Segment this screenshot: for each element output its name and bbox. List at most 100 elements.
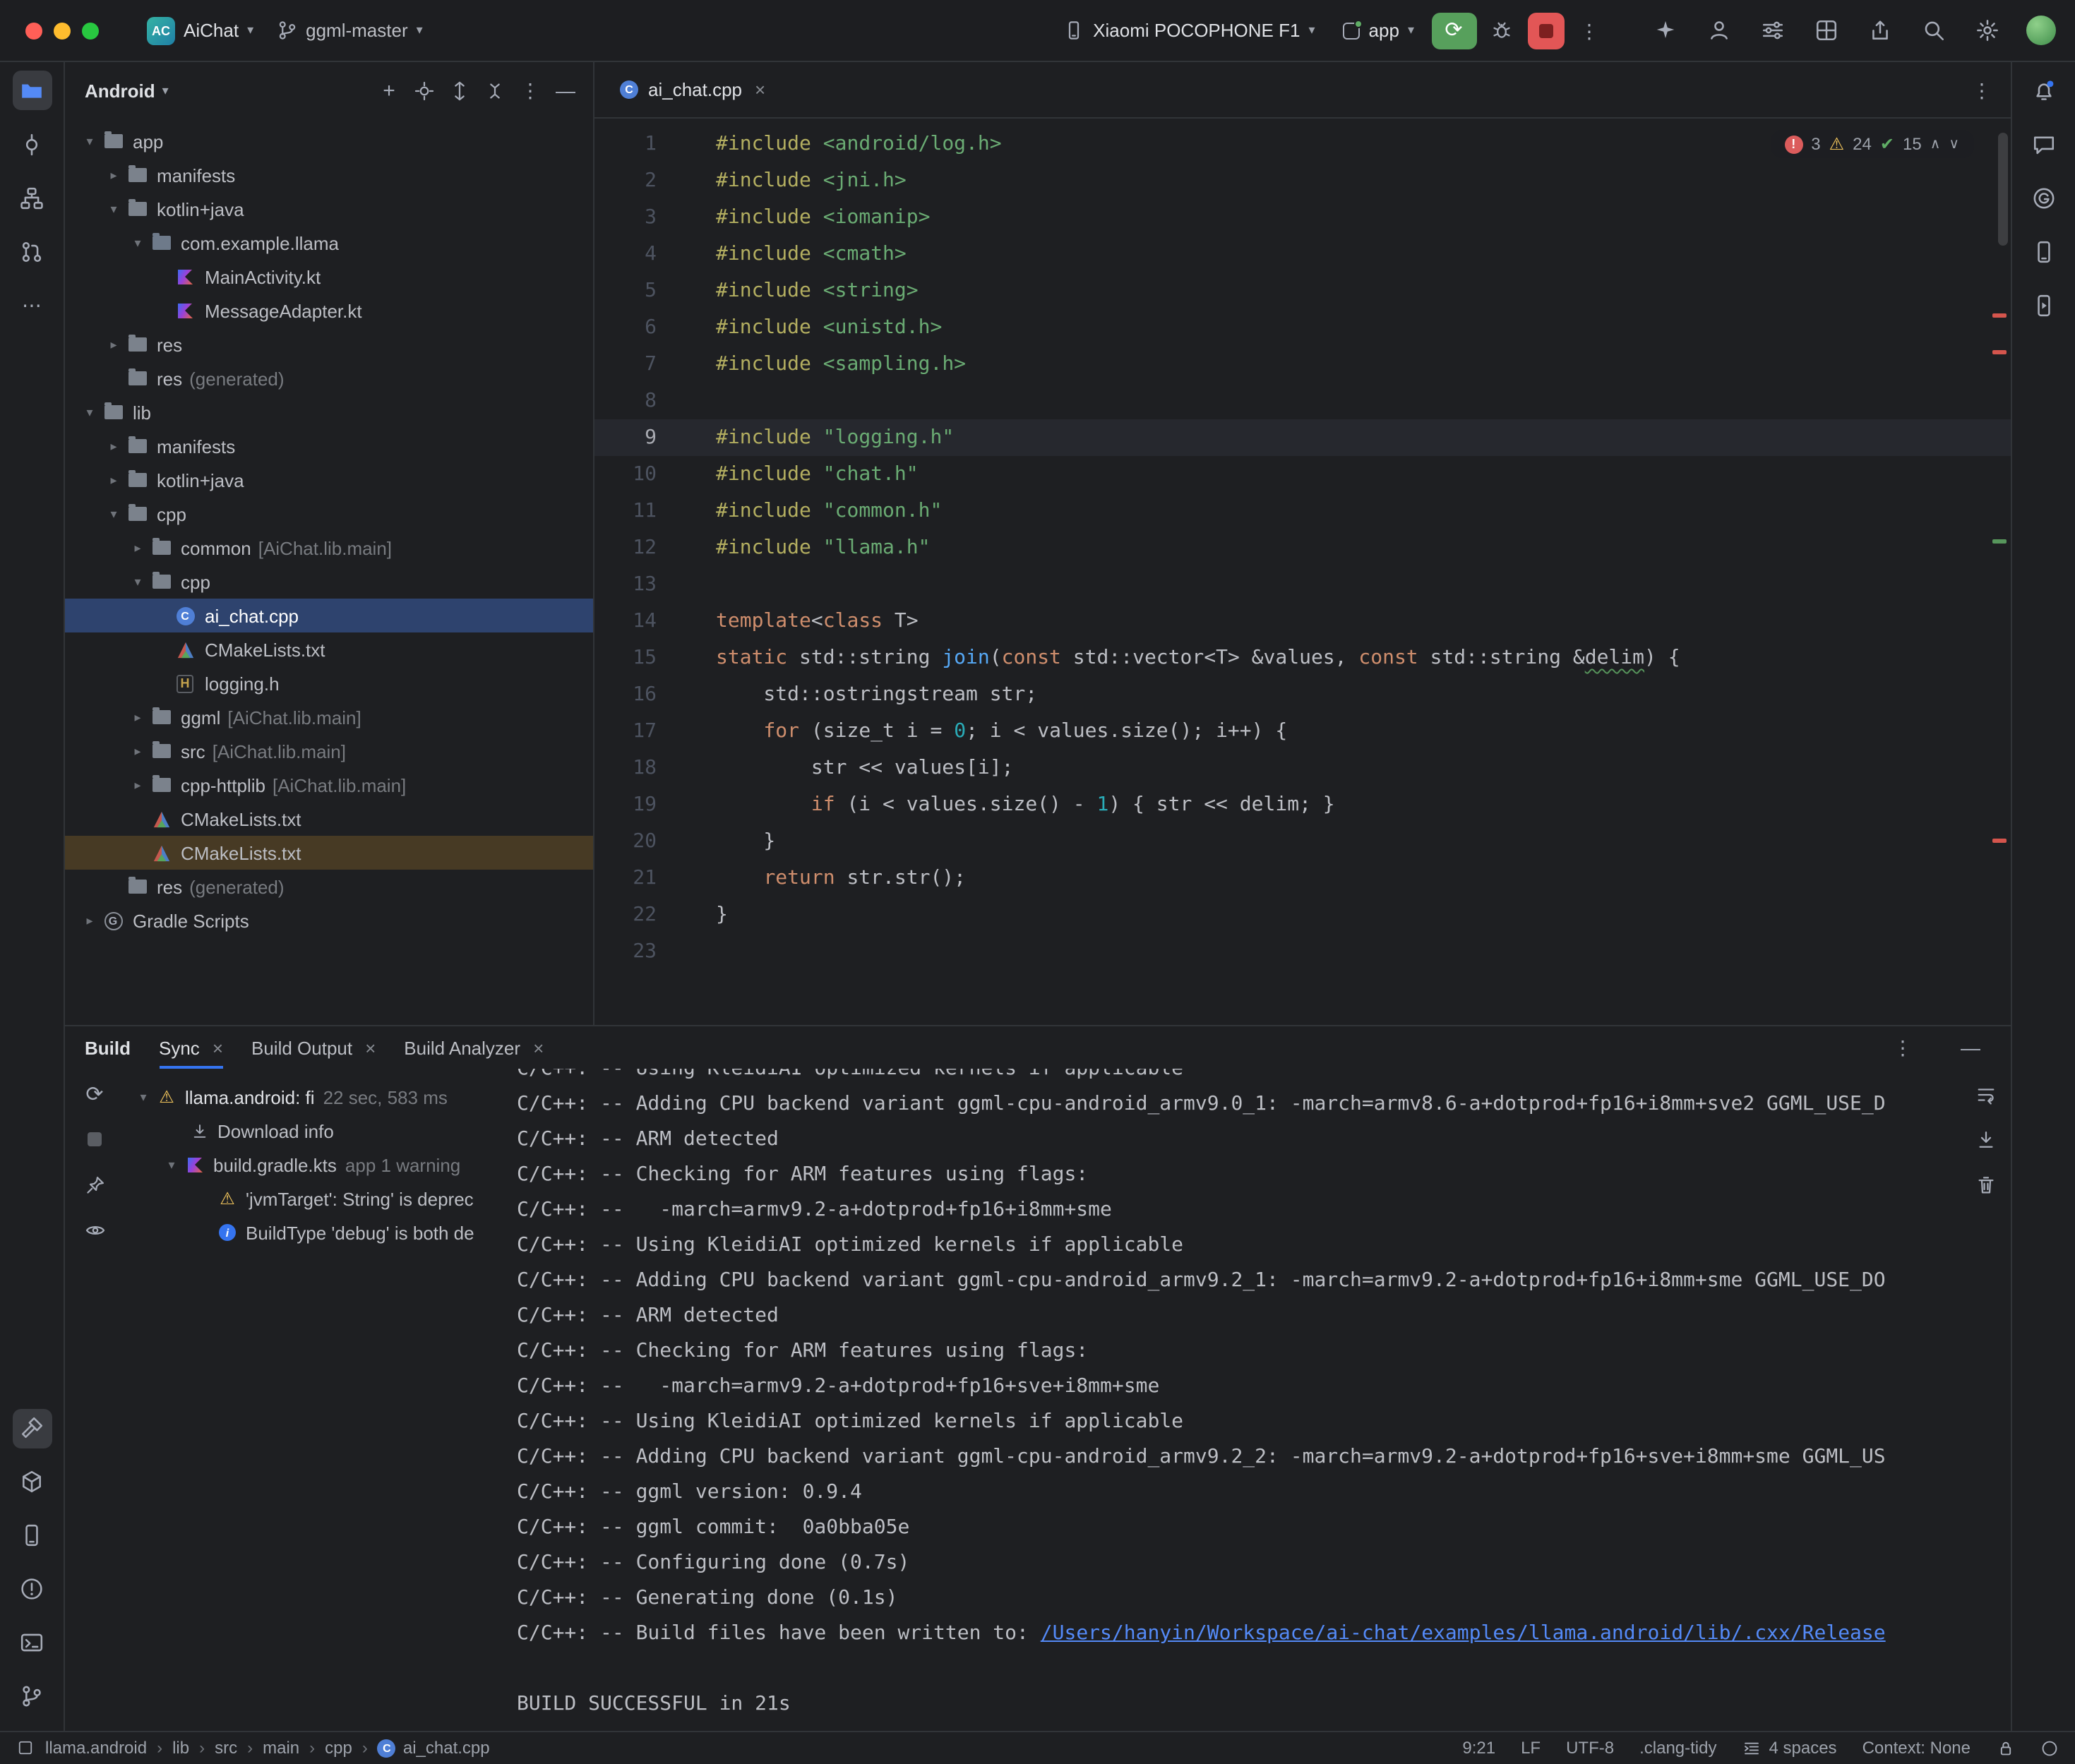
chevron-expanded-icon[interactable]: ▾ bbox=[79, 133, 100, 149]
tool-button-structure[interactable] bbox=[12, 178, 52, 217]
debug-button[interactable] bbox=[1482, 11, 1521, 50]
console-link[interactable]: /Users/hanyin/Workspace/ai-chat/examples… bbox=[1041, 1622, 1886, 1645]
project-tree-item[interactable]: res (generated) bbox=[65, 870, 593, 904]
project-tree-item[interactable]: ▸src [AiChat.lib.main] bbox=[65, 734, 593, 768]
chevron-expanded-icon[interactable]: ▾ bbox=[127, 574, 148, 589]
zoom-window-button[interactable] bbox=[82, 22, 99, 39]
chevron-expanded-icon[interactable]: ▾ bbox=[133, 1089, 154, 1105]
status-indicator-icon[interactable] bbox=[2040, 1739, 2058, 1757]
code-line[interactable]: 4#include <cmath> bbox=[594, 236, 2010, 272]
breadcrumb-item[interactable]: main bbox=[263, 1738, 299, 1758]
chevron-expanded-icon[interactable]: ▾ bbox=[161, 1157, 182, 1172]
tool-button-pin[interactable] bbox=[75, 1165, 114, 1204]
build-tree-item[interactable]: ▾build.gradle.ktsapp 1 warning bbox=[124, 1148, 503, 1182]
tool-button-wrap[interactable] bbox=[1966, 1074, 2006, 1114]
chevron-expanded-icon[interactable]: ▾ bbox=[103, 506, 124, 522]
tool-button-resync[interactable]: ⟳ bbox=[75, 1074, 114, 1114]
next-issue-button[interactable]: ∨ bbox=[1949, 136, 1959, 152]
error-stripe-mark[interactable] bbox=[1992, 350, 2006, 354]
code-line[interactable]: 3#include <iomanip> bbox=[594, 199, 2010, 236]
tool-button-version-control[interactable] bbox=[12, 1676, 52, 1716]
tool-button-settings[interactable] bbox=[1968, 11, 2007, 50]
project-tree-item[interactable]: ▸cpp-httplib [AiChat.lib.main] bbox=[65, 768, 593, 802]
more-run-options-button[interactable]: ⋮ bbox=[1569, 11, 1609, 50]
project-tree-item[interactable]: ▸ggml [AiChat.lib.main] bbox=[65, 700, 593, 734]
line-separator-indicator[interactable]: LF bbox=[1521, 1738, 1541, 1758]
run-button[interactable]: ⟳ bbox=[1431, 12, 1476, 49]
close-window-button[interactable] bbox=[25, 22, 42, 39]
chevron-collapsed-icon[interactable]: ▸ bbox=[127, 540, 148, 556]
project-tree-item[interactable]: ▸manifests bbox=[65, 429, 593, 463]
project-tree-item[interactable]: CMakeLists.txt bbox=[65, 632, 593, 666]
tool-button-people[interactable] bbox=[1699, 11, 1739, 50]
chevron-collapsed-icon[interactable]: ▸ bbox=[103, 167, 124, 183]
project-tree-item[interactable]: ▾cpp bbox=[65, 497, 593, 531]
code-line[interactable]: 19 if (i < values.size() - 1) { str << d… bbox=[594, 786, 2010, 823]
project-tree-item[interactable]: ▸common [AiChat.lib.main] bbox=[65, 531, 593, 565]
editor-scrollbar[interactable] bbox=[1997, 133, 2007, 246]
tool-button-more-v[interactable]: ⋮ bbox=[514, 74, 546, 107]
build-tree-item[interactable]: Download info bbox=[124, 1114, 503, 1148]
build-window-title[interactable]: Build bbox=[85, 1037, 131, 1058]
code-line[interactable]: 22} bbox=[594, 896, 2010, 933]
code-line[interactable]: 21 return str.str(); bbox=[594, 860, 2010, 896]
tool-button-device-explorer[interactable] bbox=[12, 1516, 52, 1555]
branch-selector[interactable]: ggml-master ▾ bbox=[265, 9, 434, 52]
project-tree-item[interactable]: CMakeLists.txt bbox=[65, 802, 593, 836]
tool-button-device-explorer[interactable] bbox=[2023, 232, 2063, 271]
error-stripe-mark[interactable] bbox=[1992, 839, 2006, 843]
breadcrumb-item[interactable]: lib bbox=[172, 1738, 189, 1758]
tool-button-add[interactable]: + bbox=[373, 74, 405, 107]
project-tree-item[interactable]: ▸res bbox=[65, 328, 593, 361]
code-line[interactable]: 9#include "logging.h" bbox=[594, 419, 2010, 456]
tool-button-running-devices[interactable] bbox=[2023, 285, 2063, 325]
editor-options-button[interactable]: ⋮ bbox=[1962, 70, 2002, 109]
tool-button-project[interactable] bbox=[12, 71, 52, 110]
inspections-widget[interactable]: ! 3 ⚠ 24 ✔ 15 ∧ ∨ bbox=[1770, 130, 1973, 158]
tool-button-problems[interactable] bbox=[12, 1569, 52, 1609]
tool-button-hide[interactable]: — bbox=[549, 74, 582, 107]
tool-button-search[interactable] bbox=[1914, 11, 1954, 50]
chevron-collapsed-icon[interactable]: ▸ bbox=[103, 472, 124, 488]
tool-button-grid[interactable] bbox=[1807, 11, 1846, 50]
tool-button-build[interactable] bbox=[12, 1408, 52, 1448]
tool-button-profile[interactable] bbox=[2021, 11, 2061, 50]
project-tree-item[interactable]: ▾cpp bbox=[65, 565, 593, 599]
breadcrumb-item[interactable]: llama.android bbox=[45, 1738, 147, 1758]
close-tab-icon[interactable]: × bbox=[755, 79, 765, 100]
tool-button-collapse-all[interactable] bbox=[479, 74, 511, 107]
tool-button-pull-requests[interactable] bbox=[12, 232, 52, 271]
tool-button-locate[interactable] bbox=[408, 74, 441, 107]
tool-button-gradle-tool[interactable] bbox=[2023, 178, 2063, 217]
lock-icon[interactable] bbox=[1996, 1739, 2014, 1757]
code-line[interactable]: 8 bbox=[594, 383, 2010, 419]
tool-button-packages[interactable] bbox=[12, 1462, 52, 1501]
chevron-expanded-icon[interactable]: ▾ bbox=[127, 235, 148, 251]
code-line[interactable]: 2#include <jni.h> bbox=[594, 162, 2010, 199]
build-tree-item[interactable]: ▾⚠llama.android: fi22 sec, 583 ms bbox=[124, 1080, 503, 1114]
code-line[interactable]: 14template<class T> bbox=[594, 603, 2010, 640]
chevron-collapsed-icon[interactable]: ▸ bbox=[79, 913, 100, 928]
close-tab-icon[interactable]: × bbox=[365, 1037, 376, 1058]
tool-button-gemini[interactable] bbox=[1646, 11, 1685, 50]
tool-button-notifications[interactable] bbox=[2023, 71, 2063, 110]
code-line[interactable]: 16 std::ostringstream str; bbox=[594, 676, 2010, 713]
project-tree-item[interactable]: Hlogging.h bbox=[65, 666, 593, 700]
close-tab-icon[interactable]: × bbox=[533, 1037, 544, 1058]
clang-tidy-indicator[interactable]: .clang-tidy bbox=[1639, 1738, 1716, 1758]
code-line[interactable]: 10#include "chat.h" bbox=[594, 456, 2010, 493]
minimize-window-button[interactable] bbox=[54, 22, 71, 39]
context-indicator[interactable]: Context: None bbox=[1862, 1738, 1971, 1758]
hide-build-panel-button[interactable]: — bbox=[1951, 1028, 1990, 1067]
previous-issue-button[interactable]: ∧ bbox=[1930, 136, 1941, 152]
run-config-selector[interactable]: app ▾ bbox=[1332, 9, 1425, 52]
chevron-expanded-icon[interactable]: ▾ bbox=[79, 404, 100, 420]
chevron-collapsed-icon[interactable]: ▸ bbox=[127, 777, 148, 793]
code-line[interactable]: 5#include <string> bbox=[594, 272, 2010, 309]
tool-button-trash[interactable] bbox=[1966, 1165, 2006, 1204]
code-line[interactable]: 18 str << values[i]; bbox=[594, 750, 2010, 786]
build-tree-item[interactable]: ⚠'jvmTarget': String' is deprec bbox=[124, 1182, 503, 1216]
tool-button-scroll-end[interactable] bbox=[1966, 1120, 2006, 1159]
build-tree-item[interactable]: iBuildType 'debug' is both de bbox=[124, 1216, 503, 1249]
tool-button-terminal[interactable] bbox=[12, 1623, 52, 1662]
